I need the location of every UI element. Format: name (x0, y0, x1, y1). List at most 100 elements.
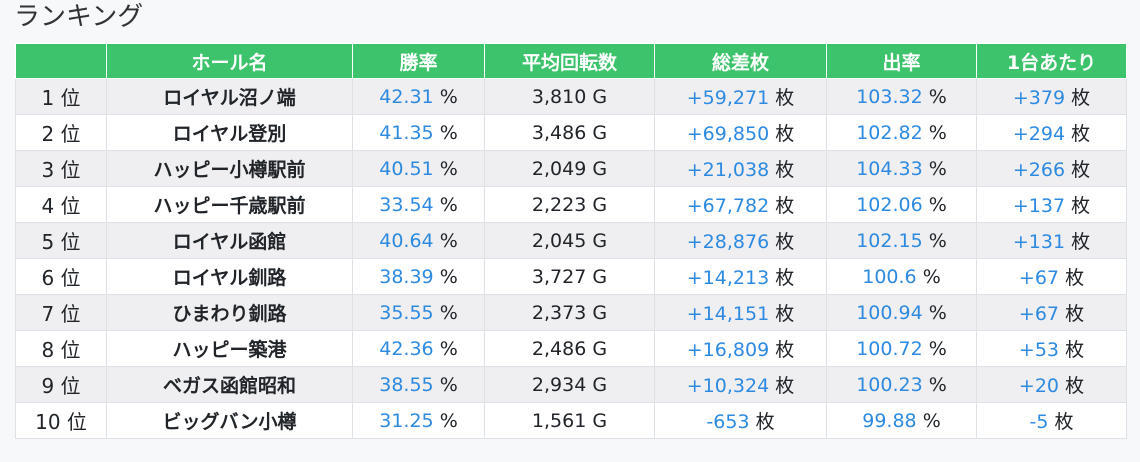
payout-rate-cell: 100.94 % (826, 294, 977, 331)
hall-name-cell[interactable]: ベガス函館昭和 (106, 366, 353, 403)
total-diff-unit: 枚 (775, 159, 795, 181)
avg-spins-cell: 2,486 G (484, 330, 655, 367)
total-diff-cell: +67,782 枚 (654, 186, 827, 223)
hall-name-cell[interactable]: ハッピー築港 (106, 330, 353, 367)
hall-name-cell[interactable]: ロイヤル沼ノ端 (106, 78, 353, 115)
rank-cell: 8 位 (15, 330, 107, 367)
win-rate-unit: % (439, 121, 458, 144)
hall-name-cell[interactable]: ハッピー千歳駅前 (106, 186, 353, 223)
win-rate-value: 35.55 (379, 301, 434, 324)
ranking-table: ホール名 勝率 平均回転数 総差枚 出率 1台あたり 1 位ロイヤル沼ノ端 42.… (15, 43, 1127, 439)
per-machine-value: +67 (1018, 303, 1060, 325)
per-machine-value: +67 (1018, 267, 1060, 289)
header-avg-spins[interactable]: 平均回転数 (484, 43, 655, 79)
per-machine-value: +266 (1012, 159, 1066, 181)
header-payout-rate[interactable]: 出率 (826, 43, 977, 79)
hall-name-cell[interactable]: ロイヤル函館 (106, 222, 353, 259)
payout-rate-cell: 103.32 % (826, 78, 977, 115)
win-rate-value: 33.54 (379, 193, 434, 216)
total-diff-cell: +10,324 枚 (654, 366, 827, 403)
per-machine-value: +294 (1012, 123, 1066, 145)
win-rate-unit: % (439, 337, 458, 360)
win-rate-unit: % (439, 229, 458, 252)
per-machine-cell: +53 枚 (976, 330, 1127, 367)
per-machine-value: +379 (1012, 87, 1066, 109)
win-rate-value: 38.55 (379, 373, 434, 396)
payout-rate-unit: % (928, 229, 947, 252)
per-machine-value: +20 (1018, 375, 1060, 397)
avg-spins-cell: 3,727 G (484, 258, 655, 295)
total-diff-cell: +69,850 枚 (654, 114, 827, 151)
rank-cell: 1 位 (15, 78, 107, 115)
hall-name-cell[interactable]: ロイヤル釧路 (106, 258, 353, 295)
avg-spins-cell: 2,373 G (484, 294, 655, 331)
hall-name-cell[interactable]: ハッピー小樽駅前 (106, 150, 353, 187)
avg-spins-cell: 2,223 G (484, 186, 655, 223)
win-rate-unit: % (439, 265, 458, 288)
payout-rate-value: 100.6 (862, 265, 917, 288)
payout-rate-unit: % (922, 265, 941, 288)
total-diff-value: +14,151 (686, 303, 770, 325)
win-rate-cell: 41.35 % (352, 114, 485, 151)
table-row: 4 位ハッピー千歳駅前 33.54 % 2,223 G +67,782 枚 102.06… (15, 186, 1127, 223)
total-diff-cell: +28,876 枚 (654, 222, 827, 259)
payout-rate-value: 102.06 (856, 193, 923, 216)
per-machine-unit: 枚 (1071, 231, 1091, 253)
total-diff-unit: 枚 (775, 303, 795, 325)
win-rate-value: 38.39 (379, 265, 434, 288)
rank-cell: 4 位 (15, 186, 107, 223)
payout-rate-value: 99.88 (862, 409, 917, 432)
payout-rate-value: 102.82 (856, 121, 923, 144)
win-rate-value: 42.36 (379, 337, 434, 360)
header-rank (15, 43, 107, 79)
per-machine-unit: 枚 (1071, 159, 1091, 181)
header-per-machine[interactable]: 1台あたり (976, 43, 1127, 79)
total-diff-value: +10,324 (686, 375, 770, 397)
hall-name-cell[interactable]: ひまわり釧路 (106, 294, 353, 331)
rank-cell: 10 位 (15, 402, 107, 439)
payout-rate-unit: % (928, 121, 947, 144)
per-machine-cell: +137 枚 (976, 186, 1127, 223)
per-machine-unit: 枚 (1071, 123, 1091, 145)
payout-rate-value: 103.32 (856, 85, 923, 108)
payout-rate-cell: 102.06 % (826, 186, 977, 223)
per-machine-cell: +131 枚 (976, 222, 1127, 259)
per-machine-cell: -5 枚 (976, 402, 1127, 439)
table-header-row: ホール名 勝率 平均回転数 総差枚 出率 1台あたり (15, 43, 1127, 79)
total-diff-cell: +16,809 枚 (654, 330, 827, 367)
rank-cell: 7 位 (15, 294, 107, 331)
per-machine-unit: 枚 (1054, 411, 1074, 433)
total-diff-unit: 枚 (775, 231, 795, 253)
win-rate-cell: 42.31 % (352, 78, 485, 115)
header-hall-name[interactable]: ホール名 (106, 43, 353, 79)
avg-spins-cell: 2,934 G (484, 366, 655, 403)
per-machine-cell: +266 枚 (976, 150, 1127, 187)
win-rate-unit: % (439, 301, 458, 324)
total-diff-value: +14,213 (686, 267, 770, 289)
rank-cell: 3 位 (15, 150, 107, 187)
hall-name-cell[interactable]: ロイヤル登別 (106, 114, 353, 151)
win-rate-cell: 40.51 % (352, 150, 485, 187)
total-diff-value: +67,782 (686, 195, 770, 217)
per-machine-value: -5 (1029, 411, 1049, 433)
total-diff-value: +21,038 (686, 159, 770, 181)
payout-rate-cell: 100.6 % (826, 258, 977, 295)
payout-rate-cell: 100.72 % (826, 330, 977, 367)
hall-name-cell[interactable]: ビッグバン小樽 (106, 402, 353, 439)
payout-rate-unit: % (928, 373, 947, 396)
per-machine-cell: +294 枚 (976, 114, 1127, 151)
win-rate-value: 31.25 (379, 409, 434, 432)
win-rate-unit: % (439, 373, 458, 396)
table-row: 2 位ロイヤル登別 41.35 % 3,486 G +69,850 枚 102.82 %… (15, 114, 1127, 151)
table-row: 7 位ひまわり釧路 35.55 % 2,373 G +14,151 枚 100.94 %… (15, 294, 1127, 331)
win-rate-value: 41.35 (379, 121, 434, 144)
header-total-diff[interactable]: 総差枚 (654, 43, 827, 79)
header-win-rate[interactable]: 勝率 (352, 43, 485, 79)
total-diff-unit: 枚 (775, 87, 795, 109)
win-rate-unit: % (439, 193, 458, 216)
win-rate-cell: 40.64 % (352, 222, 485, 259)
payout-rate-unit: % (928, 85, 947, 108)
table-row: 8 位ハッピー築港 42.36 % 2,486 G +16,809 枚 100.72 %… (15, 330, 1127, 367)
payout-rate-value: 100.94 (856, 301, 923, 324)
table-row: 1 位ロイヤル沼ノ端 42.31 % 3,810 G +59,271 枚 103.32 … (15, 78, 1127, 115)
